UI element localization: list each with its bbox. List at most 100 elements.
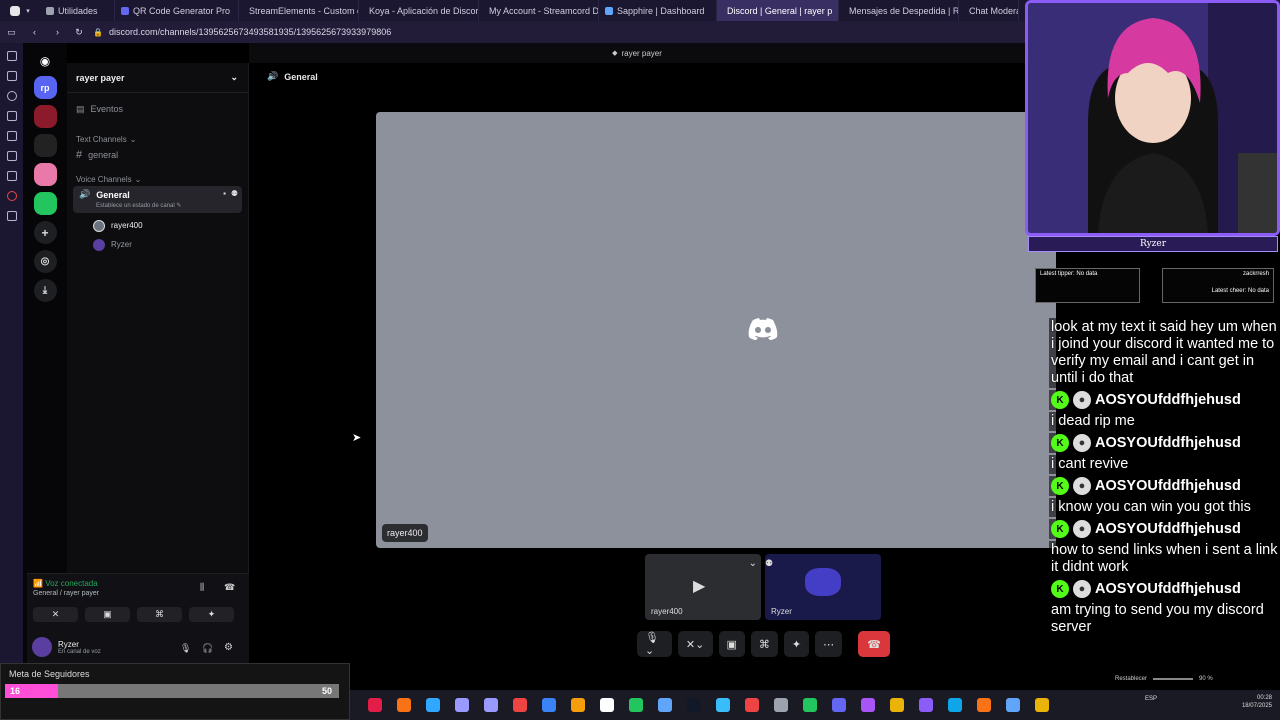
taskbar-app-icon[interactable] (919, 698, 933, 712)
video-tile-rayer400[interactable]: rayer400 (376, 112, 1056, 548)
taskbar-app-icon[interactable] (890, 698, 904, 712)
chat-icon[interactable]: ▪ (223, 189, 226, 198)
browser-tab[interactable]: Discord | General | rayer p (717, 0, 839, 21)
kick-badge-icon: K (1051, 580, 1069, 598)
browser-tab[interactable]: Utilidades (40, 0, 115, 21)
taskbar-app-icon[interactable] (803, 698, 817, 712)
taskbar-app-icon[interactable] (658, 698, 672, 712)
taskbar-app-icon[interactable] (861, 698, 875, 712)
disconnect-icon[interactable]: ☎ (224, 582, 235, 593)
browser-tab[interactable]: QR Code Generator Pro (115, 0, 239, 21)
text-category[interactable]: Text Channels ⌄ (67, 132, 248, 146)
taskbar-app-icon[interactable] (426, 698, 440, 712)
taskbar-app-icon[interactable] (774, 698, 788, 712)
sidebar-toggle-icon[interactable]: ▭ (0, 27, 23, 38)
translate-icon[interactable] (6, 131, 17, 141)
server-icon[interactable] (33, 134, 57, 157)
invite-icon[interactable]: ⚉ (231, 189, 238, 198)
taskbar-app-icon[interactable] (1006, 698, 1020, 712)
explore-servers-icon[interactable]: ◎ (33, 250, 57, 273)
browser-menu[interactable]: ▾ (0, 0, 40, 21)
browser-tab[interactable]: Sapphire | Dashboard (599, 0, 717, 21)
more-button[interactable]: ⋯ (815, 631, 843, 657)
taskbar-app-icon[interactable] (455, 698, 469, 712)
channel-general-text[interactable]: # general (67, 146, 248, 164)
server-icon[interactable] (33, 192, 57, 215)
forward-icon[interactable]: › (46, 27, 69, 37)
downloads-icon[interactable] (6, 71, 17, 81)
edit-icon[interactable]: ✎ (176, 203, 181, 209)
settings-icon[interactable]: ⚙ (224, 642, 233, 653)
microphone-icon[interactable]: 🎙 (180, 643, 191, 654)
taskbar-app-icon[interactable] (977, 698, 991, 712)
add-server-icon[interactable]: + (33, 221, 57, 244)
taskbar-app-icon[interactable] (571, 698, 585, 712)
taskbar-app-icon[interactable] (716, 698, 730, 712)
browser-tab[interactable]: My Account - Streamcord D (479, 0, 599, 21)
server-icon[interactable]: rp (33, 76, 57, 99)
address-bar[interactable]: 🔒 discord.com/channels/13956256734935819… (93, 27, 391, 37)
soundboard-button[interactable]: ✦ (189, 607, 234, 622)
voice-user-ryzer[interactable]: Ryzer (67, 235, 248, 254)
activities-button[interactable]: ⌘ (750, 631, 778, 657)
voice-user-rayer400[interactable]: rayer400 (67, 216, 248, 235)
camera-button[interactable]: ✕ (33, 607, 78, 622)
participant-thumb-rayer400[interactable]: ▶ rayer400 ⌄ (645, 554, 761, 620)
soundboard-button[interactable]: ✦ (783, 631, 810, 657)
strip-title: rayer payer (621, 48, 662, 58)
taskbar-app-icon[interactable] (513, 698, 527, 712)
server-header[interactable]: rayer payer ⌄ (67, 63, 248, 93)
hang-up-button[interactable]: ☎ (858, 631, 890, 657)
tab-label: StreamElements - Custom c (249, 5, 359, 16)
screen-share-button[interactable]: ▣ (718, 631, 745, 657)
browser-tab[interactable]: StreamElements - Custom c (239, 0, 359, 21)
voice-location[interactable]: General / rayer payer (33, 590, 99, 597)
bookmarks-icon[interactable] (6, 51, 17, 61)
taskbar-app-icon[interactable] (484, 698, 498, 712)
server-icon[interactable] (33, 163, 57, 186)
camera-button[interactable]: ✕⌄ (677, 631, 713, 657)
taskbar-app-icon[interactable] (832, 698, 846, 712)
address-bar-url: discord.com/channels/1395625673493581935… (108, 27, 392, 37)
mute-button[interactable]: 🎙⌄ (637, 631, 672, 657)
history-icon[interactable] (6, 91, 17, 101)
more-icon: ⋯ (823, 638, 835, 651)
taskbar-app-icon[interactable] (629, 698, 643, 712)
invite-icon[interactable]: ⚉ (765, 558, 773, 569)
notes-icon[interactable] (6, 111, 17, 121)
user-icon: ● (1073, 434, 1091, 452)
taskbar-app-icon[interactable] (600, 698, 614, 712)
goal-target: 50 (322, 686, 333, 696)
voice-connected-status[interactable]: 📶 Voz conectada (33, 579, 98, 588)
chevron-down-icon[interactable]: ⌄ (749, 558, 757, 569)
noise-suppression-icon[interactable]: ⫼ (200, 582, 204, 593)
thumb-label: Ryzer (771, 607, 792, 616)
download-apps-icon[interactable]: ⤓ (33, 279, 57, 302)
reload-icon[interactable]: ↻ (69, 27, 89, 38)
browser-tab[interactable]: Chat Modera (959, 0, 1019, 21)
taskbar-app-icon[interactable] (948, 698, 962, 712)
activities-button[interactable]: ⌘ (137, 607, 182, 622)
add-panel-icon[interactable] (6, 211, 17, 221)
browser-tab[interactable]: Koya - Aplicación de Discor (359, 0, 479, 21)
user-info[interactable]: Ryzer En canal de voz (32, 637, 101, 657)
browser-tab[interactable]: Mensajes de Despedida | Re (839, 0, 959, 21)
taskbar-app-icon[interactable] (542, 698, 556, 712)
discord-home-icon[interactable]: ◉ (34, 49, 57, 72)
mail-icon[interactable] (6, 151, 17, 161)
taskbar-app-icon[interactable] (745, 698, 759, 712)
server-icon[interactable] (33, 105, 57, 128)
events-link[interactable]: ▤ Eventos (67, 99, 248, 119)
voice-category[interactable]: Voice Channels ⌄ (67, 172, 248, 186)
back-icon[interactable]: ‹ (23, 27, 46, 37)
kick-badge-icon: K (1051, 434, 1069, 452)
participant-thumb-ryzer[interactable]: ⚉ Ryzer (765, 554, 881, 620)
screen-share-button[interactable]: ▣ (85, 607, 130, 622)
voice-channel-general[interactable]: 🔊 General Establece un estado de canal ✎… (73, 186, 242, 213)
taskbar-app-icon[interactable] (397, 698, 411, 712)
calendar-icon[interactable] (6, 171, 17, 181)
taskbar-app-icon[interactable] (368, 698, 382, 712)
taskbar-app-icon[interactable] (687, 698, 701, 712)
vivaldi-social-icon[interactable] (6, 191, 17, 201)
headphones-icon[interactable]: 🎧 (202, 643, 213, 654)
